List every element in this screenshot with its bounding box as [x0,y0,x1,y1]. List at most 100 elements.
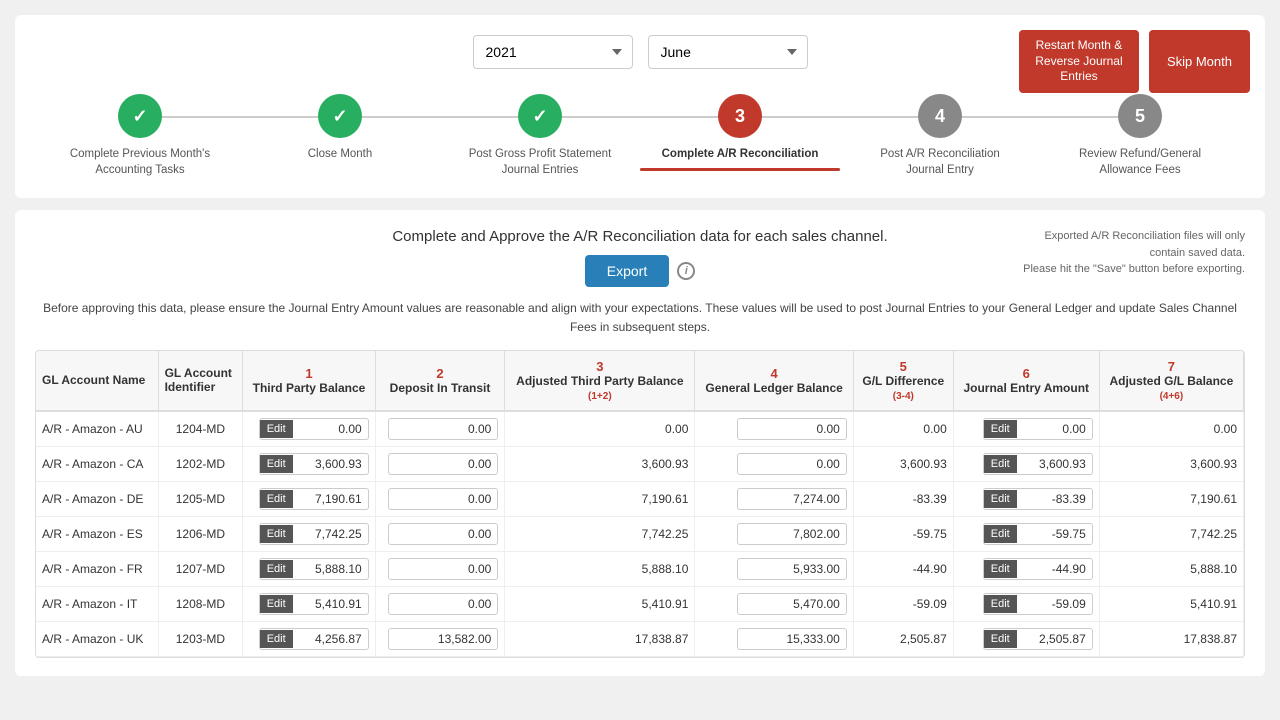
third-party-cell[interactable]: Edit7,742.25 [243,516,375,551]
gl-account-id-cell: 1203-MD [158,621,243,656]
gl-account-name-cell: A/R - Amazon - CA [36,446,158,481]
gl-account-name-cell: A/R - Amazon - ES [36,516,158,551]
gl-input-field[interactable]: 15,333.00 [737,628,847,650]
restart-button[interactable]: Restart Month & Reverse Journal Entries [1019,30,1139,93]
third-party-cell[interactable]: Edit5,888.10 [243,551,375,586]
edit-button[interactable]: Edit [984,490,1017,508]
step-6-circle: 5 [1118,94,1162,138]
gl-input-field[interactable]: 0.00 [737,453,847,475]
edit-button[interactable]: Edit [984,630,1017,648]
step-4-underline [640,168,840,171]
edit-button[interactable]: Edit [260,490,293,508]
gl-balance-cell[interactable]: 5,470.00 [695,586,853,621]
deposit-cell[interactable]: 0.00 [375,411,505,447]
deposit-cell[interactable]: 0.00 [375,481,505,516]
gl-input-field[interactable]: 13,582.00 [388,628,498,650]
step-2: ✓ Close Month [240,94,440,162]
gl-account-name-cell: A/R - Amazon - UK [36,621,158,656]
third-party-cell[interactable]: Edit5,410.91 [243,586,375,621]
edit-value: -59.75 [1017,524,1092,544]
journal-entry-cell[interactable]: Edit-59.75 [953,516,1099,551]
table-header-row: GL Account Name GL AccountIdentifier 1 T… [36,351,1244,411]
gl-input-value: 0.00 [389,594,497,614]
edit-field: Edit7,190.61 [259,488,369,510]
journal-entry-cell[interactable]: Edit2,505.87 [953,621,1099,656]
gl-balance-cell[interactable]: 0.00 [695,446,853,481]
gl-input-field[interactable]: 0.00 [388,453,498,475]
gl-input-field[interactable]: 7,274.00 [737,488,847,510]
edit-button[interactable]: Edit [260,595,293,613]
gl-input-field[interactable]: 5,470.00 [737,593,847,615]
third-party-cell[interactable]: Edit3,600.93 [243,446,375,481]
gl-input-value: 0.00 [738,419,846,439]
gl-input-value: 0.00 [389,454,497,474]
gl-input-field[interactable]: 0.00 [388,488,498,510]
adjusted-cell: 17,838.87 [505,621,695,656]
edit-button[interactable]: Edit [260,560,293,578]
step-3: ✓ Post Gross Profit StatementJournal Ent… [440,94,640,178]
edit-value: 0.00 [1017,419,1092,439]
table-row: A/R - Amazon - UK1203-MDEdit4,256.87 13,5… [36,621,1244,656]
year-dropdown[interactable]: 2021 2020 2022 [473,35,633,69]
third-party-cell[interactable]: Edit7,190.61 [243,481,375,516]
deposit-cell[interactable]: 0.00 [375,551,505,586]
gl-input-value: 0.00 [389,419,497,439]
edit-value: 5,410.91 [293,594,368,614]
deposit-cell[interactable]: 13,582.00 [375,621,505,656]
ar-reconciliation-table-wrapper[interactable]: GL Account Name GL AccountIdentifier 1 T… [35,350,1245,658]
gl-input-field[interactable]: 5,933.00 [737,558,847,580]
gl-balance-cell[interactable]: 0.00 [695,411,853,447]
gl-input-field[interactable]: 0.00 [388,418,498,440]
info-icon: i [677,262,695,280]
edit-field: Edit5,888.10 [259,558,369,580]
gl-account-id-cell: 1205-MD [158,481,243,516]
table-row: A/R - Amazon - IT1208-MDEdit5,410.910.00… [36,586,1244,621]
table-row: A/R - Amazon - DE1205-MD Edit7,190.61 0.00… [36,481,1244,516]
edit-field: Edit7,742.25 [259,523,369,545]
gl-balance-cell[interactable]: 7,802.00 [695,516,853,551]
gl-input-field[interactable]: 0.00 [388,558,498,580]
deposit-cell[interactable]: 0.00 [375,516,505,551]
journal-entry-cell[interactable]: Edit-59.09 [953,586,1099,621]
step-1-label: Complete Previous Month'sAccounting Task… [65,146,215,178]
gl-input-field[interactable]: 7,802.00 [737,523,847,545]
edit-button[interactable]: Edit [984,560,1017,578]
step-4: 3 Complete A/R Reconciliation [640,94,840,171]
journal-entry-cell[interactable]: Edit3,600.93 [953,446,1099,481]
gl-input-value: 13,582.00 [389,629,497,649]
skip-button[interactable]: Skip Month [1149,30,1250,93]
export-note-2: contain saved data. [1150,247,1245,259]
journal-entry-cell[interactable]: Edit-83.39 [953,481,1099,516]
month-dropdown[interactable]: JanuaryFebruaryMarch AprilMayJune JulyAu… [648,35,808,69]
gl-balance-cell[interactable]: 7,274.00 [695,481,853,516]
journal-entry-cell[interactable]: Edit-44.90 [953,551,1099,586]
gl-input-field[interactable]: 0.00 [388,593,498,615]
gl-balance-cell[interactable]: 15,333.00 [695,621,853,656]
third-party-cell[interactable]: Edit4,256.87 [243,621,375,656]
journal-entry-cell[interactable]: Edit0.00 [953,411,1099,447]
col-header-adjusted-third: 3 Adjusted Third Party Balance (1+2) [505,351,695,411]
bottom-card: Complete and Approve the A/R Reconciliat… [15,210,1265,675]
step-2-label: Close Month [303,146,378,162]
warning-text: Before approving this data, please ensur… [35,299,1245,337]
edit-button[interactable]: Edit [260,630,293,648]
deposit-cell[interactable]: 0.00 [375,446,505,481]
col-num-2: 2 [382,366,499,381]
deposit-cell[interactable]: 0.00 [375,586,505,621]
col-num-6: 6 [960,366,1093,381]
col-header-third-party: 1 Third Party Balance [243,351,375,411]
edit-button[interactable]: Edit [260,420,293,438]
gl-input-field[interactable]: 0.00 [388,523,498,545]
edit-button[interactable]: Edit [984,455,1017,473]
edit-button[interactable]: Edit [984,525,1017,543]
export-button[interactable]: Export [585,255,669,287]
gl-account-name-cell: A/R - Amazon - DE [36,481,158,516]
gl-balance-cell[interactable]: 5,933.00 [695,551,853,586]
edit-button[interactable]: Edit [984,595,1017,613]
gl-input-value: 0.00 [389,524,497,544]
edit-button[interactable]: Edit [984,420,1017,438]
third-party-cell[interactable]: Edit0.00 [243,411,375,447]
gl-input-field[interactable]: 0.00 [737,418,847,440]
edit-button[interactable]: Edit [260,455,293,473]
edit-button[interactable]: Edit [260,525,293,543]
